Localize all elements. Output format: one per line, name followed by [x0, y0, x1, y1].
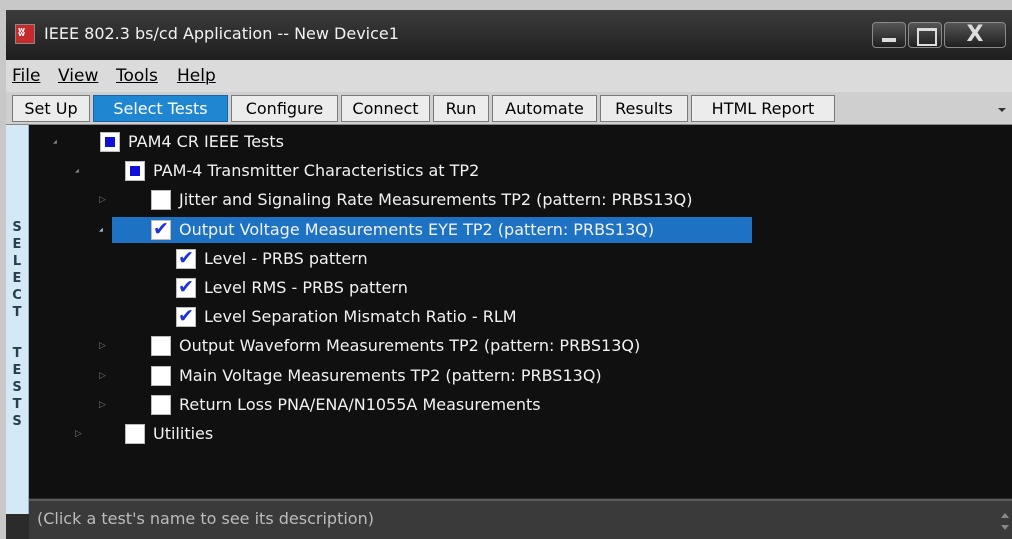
test-checkbox[interactable]: ✔: [176, 247, 196, 269]
test-checkbox[interactable]: [151, 366, 171, 386]
app-window: ʬ IEEE 802.3 bs/cd Application -- New De…: [6, 10, 1012, 539]
maximize-button[interactable]: [908, 22, 942, 48]
test-label[interactable]: Level - PRBS pattern: [204, 246, 368, 272]
menu-tools[interactable]: Tools: [116, 66, 158, 86]
side-label-char: E: [12, 363, 22, 378]
tab-automate[interactable]: Automate: [492, 95, 597, 122]
tree-row[interactable]: ▷ Return Loss PNA/ENA/N1055A Measurements: [29, 392, 1009, 418]
minimize-button[interactable]: [872, 22, 906, 48]
tab-run[interactable]: Run: [433, 95, 489, 122]
tree-row[interactable]: ▷ Output Waveform Measurements TP2 (patte…: [29, 333, 1009, 359]
test-label[interactable]: PAM4 CR IEEE Tests: [128, 129, 284, 155]
menu-help[interactable]: Help: [177, 66, 216, 86]
side-label-char: S: [12, 380, 22, 395]
test-label[interactable]: Return Loss PNA/ENA/N1055A Measurements: [179, 392, 541, 418]
test-label[interactable]: Main Voltage Measurements TP2 (pattern: …: [179, 363, 602, 389]
tree-row[interactable]: ▷ Utilities: [29, 421, 1009, 447]
expanded-arrow-icon[interactable]: ◢: [99, 217, 103, 243]
tree-row[interactable]: ◢ PAM-4 Transmitter Characteristics at TP…: [29, 158, 1009, 184]
collapsed-arrow-icon[interactable]: ▷: [75, 421, 82, 447]
expanded-arrow-icon[interactable]: ◢: [53, 129, 57, 155]
menu-view[interactable]: View: [58, 66, 98, 86]
side-label-char: E: [12, 237, 22, 252]
test-checkbox[interactable]: [151, 395, 171, 415]
window-title: IEEE 802.3 bs/cd Application -- New Devi…: [44, 24, 399, 43]
side-label-char: E: [12, 271, 22, 286]
menu-file[interactable]: File: [12, 66, 40, 86]
partial-check-icon: [130, 166, 140, 176]
side-label-char: C: [12, 288, 22, 303]
checkmark-icon: ✔: [153, 218, 169, 240]
maximize-icon: [917, 28, 937, 46]
tree-row[interactable]: ◢ PAM4 CR IEEE Tests: [29, 129, 1009, 155]
description-panel: (Click a test's name to see its descript…: [29, 499, 1012, 539]
test-label[interactable]: Output Waveform Measurements TP2 (patter…: [179, 333, 640, 359]
checkmark-icon: ✔: [178, 247, 194, 269]
test-label[interactable]: Level Separation Mismatch Ratio - RLM: [204, 304, 517, 330]
test-checkbox[interactable]: ✔: [176, 276, 196, 298]
tree-row[interactable]: ▷ Jitter and Signaling Rate Measurements …: [29, 187, 1009, 213]
test-checkbox[interactable]: [125, 161, 145, 181]
collapsed-arrow-icon[interactable]: ▷: [99, 333, 106, 359]
test-checkbox[interactable]: [151, 190, 171, 210]
side-label-char: L: [12, 254, 22, 269]
description-text: (Click a test's name to see its descript…: [37, 509, 374, 528]
checkmark-icon: ✔: [178, 305, 194, 327]
tree-row[interactable]: ✔ Level Separation Mismatch Ratio - RLM: [29, 304, 1009, 330]
tree-row[interactable]: ◢ ✔ Output Voltage Measurements EYE TP2 (p…: [99, 217, 752, 243]
tab-configure[interactable]: Configure: [231, 95, 338, 122]
test-checkbox[interactable]: [151, 336, 171, 356]
tab-overflow-icon[interactable]: [998, 108, 1006, 112]
side-label-text: SELECTTESTS: [10, 221, 24, 432]
tab-set-up[interactable]: Set Up: [12, 95, 90, 122]
title-bar[interactable]: ʬ IEEE 802.3 bs/cd Application -- New De…: [6, 10, 1012, 60]
collapsed-arrow-icon[interactable]: ▷: [99, 187, 106, 213]
tab-bar: Set Up Select Tests Configure Connect Ru…: [6, 92, 1012, 125]
expanded-arrow-icon[interactable]: ◢: [75, 158, 79, 184]
collapsed-arrow-icon[interactable]: ▷: [99, 392, 106, 418]
test-checkbox[interactable]: [100, 132, 120, 152]
test-tree: ◢ PAM4 CR IEEE Tests ◢ PAM-4 Transmitter Ch…: [29, 125, 1012, 498]
test-label[interactable]: Output Voltage Measurements EYE TP2 (pat…: [179, 217, 654, 243]
test-checkbox[interactable]: ✔: [176, 305, 196, 327]
app-icon: ʬ: [15, 24, 35, 44]
close-button[interactable]: X: [944, 22, 1006, 48]
close-icon: X: [966, 22, 984, 47]
tab-html-report[interactable]: HTML Report: [691, 95, 835, 122]
test-label[interactable]: Jitter and Signaling Rate Measurements T…: [179, 187, 692, 213]
scroll-up-icon[interactable]: [1001, 513, 1009, 518]
side-label-char: S: [12, 414, 22, 429]
side-label-char: T: [12, 346, 22, 361]
tab-results[interactable]: Results: [600, 95, 688, 122]
test-checkbox[interactable]: ✔: [151, 218, 171, 240]
side-label-char: T: [12, 397, 22, 412]
side-label-char: S: [12, 220, 22, 235]
tab-select-tests[interactable]: Select Tests: [93, 95, 228, 122]
collapsed-arrow-icon[interactable]: ▷: [99, 363, 106, 389]
menu-bar: File View Tools Help: [6, 60, 1012, 92]
test-label[interactable]: PAM-4 Transmitter Characteristics at TP2: [153, 158, 479, 184]
side-panel-label: SELECTTESTS: [6, 125, 29, 514]
partial-check-icon: [105, 137, 115, 147]
checkmark-icon: ✔: [178, 276, 194, 298]
scroll-down-icon[interactable]: [1001, 525, 1009, 530]
tree-row[interactable]: ✔ Level - PRBS pattern: [29, 246, 1009, 272]
test-label[interactable]: Level RMS - PRBS pattern: [204, 275, 408, 301]
test-checkbox[interactable]: [125, 424, 145, 444]
side-label-char: T: [12, 305, 22, 320]
minimize-icon: [882, 38, 896, 42]
side-label-char: [10, 323, 24, 347]
tree-row[interactable]: ▷ Main Voltage Measurements TP2 (pattern:…: [29, 363, 1009, 389]
tab-connect[interactable]: Connect: [341, 95, 430, 122]
test-label[interactable]: Utilities: [153, 421, 213, 447]
tree-row[interactable]: ✔ Level RMS - PRBS pattern: [29, 275, 1009, 301]
